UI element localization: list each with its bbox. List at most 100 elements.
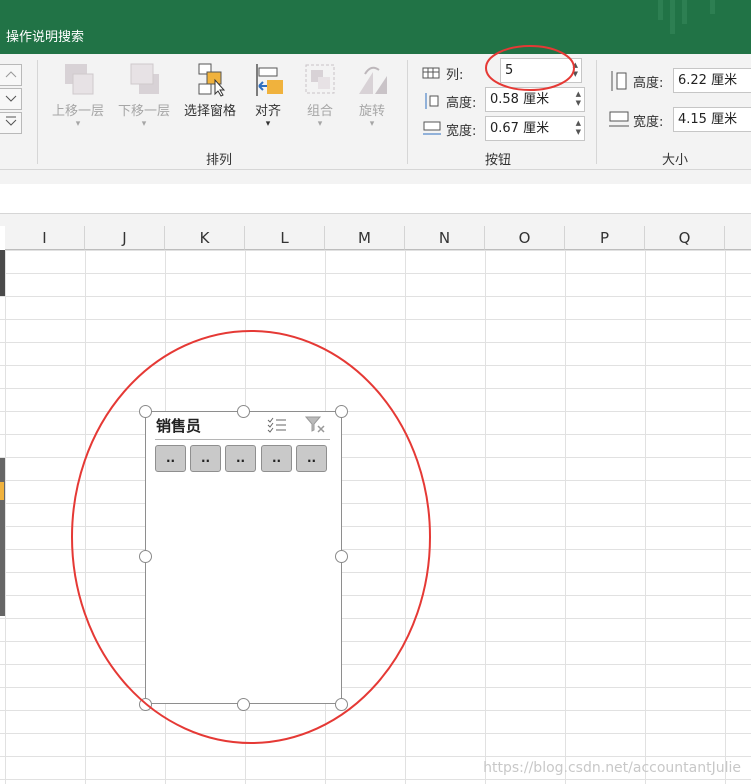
grid-row-line: [0, 733, 751, 734]
button-height-input[interactable]: 0.58 厘米 ▲ ▼: [485, 87, 585, 112]
grid-row-line: [0, 756, 751, 757]
columns-input[interactable]: 5 ▲ ▼: [500, 58, 582, 83]
resize-handle-bottom-right[interactable]: [335, 698, 348, 711]
rotate-button[interactable]: 旋转 ▾: [348, 62, 396, 134]
grid-row-line: [0, 319, 751, 320]
slicer-item-button[interactable]: ..: [261, 445, 292, 472]
selection-pane-icon: [198, 63, 226, 97]
formula-bar[interactable]: [0, 184, 751, 214]
column-header-n[interactable]: N: [405, 226, 485, 250]
bring-forward-label: 上移一层: [51, 104, 104, 119]
resize-handle-left[interactable]: [139, 550, 152, 563]
column-header-l[interactable]: L: [245, 226, 325, 250]
resize-handle-bottom-left[interactable]: [139, 698, 152, 711]
align-label: 对齐: [254, 104, 281, 119]
column-header-i[interactable]: I: [5, 226, 85, 250]
resize-handle-bottom[interactable]: [237, 698, 250, 711]
button-height-value: 0.58 厘米: [490, 92, 550, 107]
spin-arrows-icon[interactable]: ▲ ▼: [576, 119, 581, 137]
align-icon: [256, 64, 283, 96]
send-backward-button[interactable]: 下移一层 ▾: [112, 62, 176, 134]
title-bar: 操作说明搜索: [0, 0, 751, 54]
tell-me-search[interactable]: 操作说明搜索: [6, 26, 84, 45]
resize-handle-top-left[interactable]: [139, 405, 152, 418]
dropdown-caret-icon: ▾: [317, 119, 323, 129]
slicer-item-button[interactable]: ..: [296, 445, 327, 472]
slicer[interactable]: 销售员 .. .. .. .. ..: [145, 411, 342, 704]
column-header-p[interactable]: P: [565, 226, 645, 250]
button-width-label: 宽度:: [446, 124, 477, 139]
bring-forward-button[interactable]: 上移一层 ▾: [46, 62, 110, 134]
button-width-value: 0.67 厘米: [490, 121, 550, 136]
grid-row-line: [0, 365, 751, 366]
grid-row-line: [0, 549, 751, 550]
grid-row-line: [0, 595, 751, 596]
column-header-j[interactable]: J: [85, 226, 165, 250]
multi-select-icon[interactable]: [266, 416, 288, 434]
bring-forward-icon: [65, 64, 94, 95]
shape-width-icon: [609, 111, 629, 127]
resize-handle-top-right[interactable]: [335, 405, 348, 418]
shape-width-label: 宽度:: [633, 115, 664, 130]
group-button[interactable]: 组合 ▾: [296, 62, 344, 134]
align-button[interactable]: 对齐 ▾: [244, 62, 292, 134]
grid-row-line: [0, 388, 751, 389]
group-objects-icon: [305, 64, 335, 94]
left-selection-bar: [0, 250, 5, 296]
grid-row-line: [0, 641, 751, 642]
shape-width-value: 4.15 厘米: [678, 112, 738, 127]
column-header-k[interactable]: K: [165, 226, 245, 250]
watermark-text: https://blog.csdn.net/accountantJulie: [483, 760, 741, 776]
column-header-r[interactable]: [725, 226, 751, 250]
dropdown-caret-icon: ▾: [369, 119, 375, 129]
resize-handle-right[interactable]: [335, 550, 348, 563]
button-width-input[interactable]: 0.67 厘米 ▲ ▼: [485, 116, 585, 141]
shape-height-input[interactable]: 6.22 厘米: [673, 68, 751, 93]
grid-row-line: [0, 296, 751, 297]
spin-arrows-icon[interactable]: ▲ ▼: [573, 61, 578, 79]
left-highlight-mark: [0, 482, 4, 500]
ribbon-bottom-strip: [0, 170, 751, 184]
column-header-q[interactable]: Q: [645, 226, 725, 250]
dropdown-caret-icon: ▾: [75, 119, 81, 129]
slicer-item-button[interactable]: ..: [190, 445, 221, 472]
columns-value: 5: [505, 63, 514, 78]
selection-pane-button[interactable]: 选择窗格: [178, 62, 242, 134]
size-group-label: 大小: [662, 153, 689, 168]
gallery-scroll-down-button[interactable]: [0, 88, 22, 110]
grid-row-line: [0, 273, 751, 274]
shape-height-label: 高度:: [633, 76, 664, 91]
column-header-m[interactable]: M: [325, 226, 405, 250]
spin-arrows-icon[interactable]: ▲ ▼: [576, 90, 581, 108]
grid-row-line: [0, 434, 751, 435]
grid-row-line: [0, 503, 751, 504]
slicer-item-button[interactable]: ..: [225, 445, 256, 472]
send-backward-label: 下移一层: [117, 104, 170, 119]
column-header-o[interactable]: O: [485, 226, 565, 250]
chevron-down-icon: [5, 95, 16, 102]
columns-label: 列:: [446, 68, 464, 83]
gallery-more-button[interactable]: [0, 112, 22, 134]
shape-width-input[interactable]: 4.15 厘米: [673, 107, 751, 132]
resize-handle-top[interactable]: [237, 405, 250, 418]
header-strip: [0, 214, 751, 226]
clear-filter-icon[interactable]: [304, 415, 328, 435]
send-backward-icon: [130, 63, 159, 94]
grid-row-line: [0, 480, 751, 481]
grid-row-line: [0, 411, 751, 412]
rotate-label: 旋转: [358, 104, 385, 119]
grid-row-line: [0, 250, 751, 251]
buttons-group-label: 按钮: [485, 153, 512, 168]
grid-row-line: [0, 572, 751, 573]
grid-row-line: [0, 457, 751, 458]
slicer-item-button[interactable]: ..: [155, 445, 186, 472]
ribbon: 上移一层 ▾ 下移一层 ▾ 选择窗格 对齐 ▾ 组合 ▾ 旋转 ▾ 排列 列: …: [0, 54, 751, 170]
shape-height-value: 6.22 厘米: [678, 73, 738, 88]
grid-row-line: [0, 687, 751, 688]
grid-row-line: [0, 779, 751, 780]
group-label: 组合: [306, 104, 333, 119]
button-width-icon: [423, 121, 441, 135]
dropdown-caret-icon: ▾: [265, 119, 271, 129]
gallery-scroll-up-button[interactable]: [0, 64, 22, 86]
arrange-group-label: 排列: [206, 153, 233, 168]
